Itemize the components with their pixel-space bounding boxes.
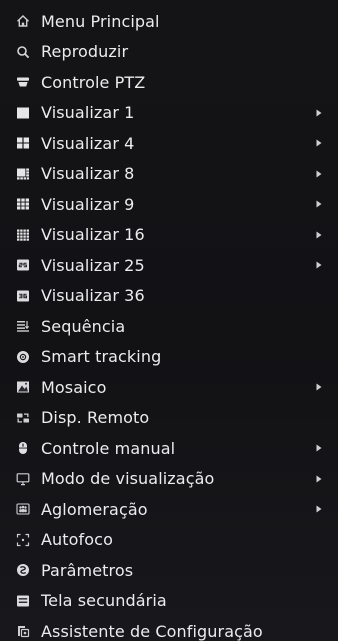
menu-item-label: Autofoco xyxy=(41,530,113,550)
menu-item-label: Visualizar 36 xyxy=(41,286,145,306)
view-8-icon xyxy=(16,167,30,181)
chevron-right-icon xyxy=(316,231,322,239)
ptz-camera-icon xyxy=(16,75,30,89)
chevron-right-icon xyxy=(316,444,322,452)
monitor-icon xyxy=(16,472,30,486)
menu-item-disp-remoto[interactable]: Disp. Remoto xyxy=(0,403,338,434)
menu-item-parametros[interactable]: Parâmetros xyxy=(0,555,338,586)
menu-item-aglomeracao[interactable]: Aglomeração xyxy=(0,494,338,525)
menu-item-visualizar-36[interactable]: Visualizar 36 xyxy=(0,281,338,312)
autofocus-icon xyxy=(16,533,30,547)
view-36-icon xyxy=(16,289,30,303)
menu-item-label: Controle manual xyxy=(41,438,176,458)
menu-item-smart-tracking[interactable]: Smart tracking xyxy=(0,342,338,373)
menu-item-label: Menu Principal xyxy=(41,11,160,31)
manual-control-icon xyxy=(16,441,30,455)
menu-item-assistente-de-configuracao[interactable]: Assistente de Configuração xyxy=(0,616,338,641)
chevron-right-icon xyxy=(316,139,322,147)
crowd-icon xyxy=(16,502,30,516)
context-menu: Menu Principal Reproduzir Controle PTZ V… xyxy=(0,0,338,641)
menu-item-sequencia[interactable]: Sequência xyxy=(0,311,338,342)
mosaic-icon xyxy=(16,380,30,394)
menu-item-visualizar-1[interactable]: Visualizar 1 xyxy=(0,98,338,129)
menu-item-autofoco[interactable]: Autofoco xyxy=(0,525,338,556)
chevron-right-icon xyxy=(316,200,322,208)
menu-item-visualizar-4[interactable]: Visualizar 4 xyxy=(0,128,338,159)
chevron-right-icon xyxy=(316,261,322,269)
remote-device-icon xyxy=(16,411,30,425)
view-9-icon xyxy=(16,197,30,211)
chevron-right-icon xyxy=(316,170,322,178)
sequence-icon xyxy=(16,319,30,333)
menu-item-modo-de-visualizacao[interactable]: Modo de visualização xyxy=(0,464,338,495)
menu-item-visualizar-16[interactable]: Visualizar 16 xyxy=(0,220,338,251)
menu-item-label: Visualizar 4 xyxy=(41,133,135,153)
menu-item-label: Assistente de Configuração xyxy=(41,621,263,641)
parameters-icon xyxy=(16,563,30,577)
menu-item-label: Visualizar 8 xyxy=(41,164,135,184)
menu-item-menu-principal[interactable]: Menu Principal xyxy=(0,6,338,37)
menu-item-label: Reproduzir xyxy=(41,42,129,62)
secondary-screen-icon xyxy=(16,594,30,608)
chevron-right-icon xyxy=(316,109,322,117)
chevron-right-icon xyxy=(316,383,322,391)
setup-wizard-icon xyxy=(16,624,30,638)
search-icon xyxy=(16,45,30,59)
menu-item-label: Controle PTZ xyxy=(41,72,146,92)
chevron-right-icon xyxy=(316,505,322,513)
view-4-icon xyxy=(16,136,30,150)
menu-item-label: Sequência xyxy=(41,316,126,336)
menu-item-label: Visualizar 16 xyxy=(41,225,145,245)
menu-item-tela-secundaria[interactable]: Tela secundária xyxy=(0,586,338,617)
menu-item-label: Tela secundária xyxy=(41,591,167,611)
menu-item-visualizar-25[interactable]: Visualizar 25 xyxy=(0,250,338,281)
menu-item-visualizar-8[interactable]: Visualizar 8 xyxy=(0,159,338,190)
menu-item-visualizar-9[interactable]: Visualizar 9 xyxy=(0,189,338,220)
home-icon xyxy=(16,14,30,28)
menu-item-reproduzir[interactable]: Reproduzir xyxy=(0,37,338,68)
menu-item-label: Smart tracking xyxy=(41,347,162,367)
menu-item-label: Aglomeração xyxy=(41,499,148,519)
menu-item-label: Visualizar 1 xyxy=(41,103,135,123)
menu-item-label: Modo de visualização xyxy=(41,469,215,489)
menu-item-label: Parâmetros xyxy=(41,560,134,580)
menu-item-controle-ptz[interactable]: Controle PTZ xyxy=(0,67,338,98)
view-1-icon xyxy=(16,106,30,120)
menu-item-mosaico[interactable]: Mosaico xyxy=(0,372,338,403)
menu-item-label: Visualizar 9 xyxy=(41,194,135,214)
menu-item-controle-manual[interactable]: Controle manual xyxy=(0,433,338,464)
chevron-right-icon xyxy=(316,475,322,483)
view-16-icon xyxy=(16,228,30,242)
menu-item-label: Visualizar 25 xyxy=(41,255,145,275)
menu-item-label: Mosaico xyxy=(41,377,107,397)
smart-tracking-icon xyxy=(16,350,30,364)
view-25-icon xyxy=(16,258,30,272)
menu-item-label: Disp. Remoto xyxy=(41,408,150,428)
